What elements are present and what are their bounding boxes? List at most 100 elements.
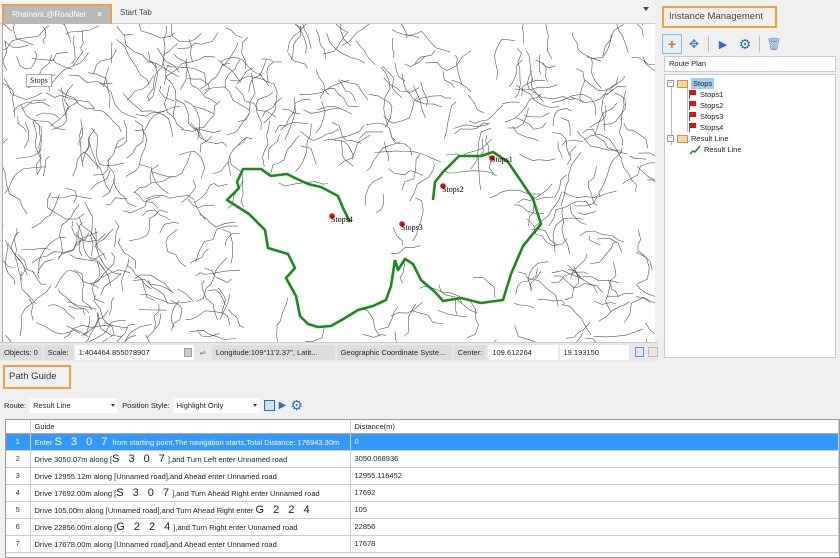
guide-text: Drive 17692.00m along [ — [34, 488, 117, 498]
road-segment — [204, 267, 232, 284]
tree-node-result-line[interactable]: − Result Line — [667, 133, 729, 144]
copy-icon[interactable] — [634, 347, 645, 357]
table-row[interactable]: 1 Enter S 3 0 7 from starting point,The n… — [6, 433, 839, 451]
road-segment — [45, 92, 96, 110]
move-button[interactable]: ✥ — [684, 34, 704, 54]
road-segment — [453, 124, 489, 129]
collapse-icon[interactable]: − — [667, 135, 674, 142]
tree-item-stop[interactable]: Stops1 — [689, 89, 723, 100]
road-segment — [454, 122, 490, 135]
map-status-bar: Objects: 0 Scale: 1:404464.855078907 ⇌ L… — [0, 342, 659, 361]
paste-icon[interactable] — [648, 347, 659, 357]
table-row[interactable]: 4 Drive 17692.00m along [S 3 0 7],and Tur… — [6, 484, 839, 502]
road-segment — [134, 106, 181, 132]
distance-cell: 17678 — [350, 535, 839, 553]
road-segment — [466, 300, 479, 338]
road-segment — [190, 100, 221, 129]
row-number: 5 — [6, 501, 31, 519]
tree-item-result-line[interactable]: Result Line — [689, 144, 742, 155]
road-segment — [368, 94, 393, 128]
road-segment — [521, 24, 525, 44]
close-icon[interactable]: × — [97, 6, 102, 24]
tree-node-stops[interactable]: − Stops — [667, 78, 715, 89]
road-segment — [165, 229, 187, 268]
road-segment — [42, 26, 47, 45]
stop-label: Stops3 — [401, 223, 423, 232]
table-row[interactable]: 2 Drive 3050.07m along [S 3 0 7],and Turn… — [6, 450, 839, 468]
table-row[interactable]: 7 Drive 17678.00m along [Unnamed road],an… — [6, 535, 839, 553]
column-header-guide[interactable]: Guide — [30, 420, 351, 434]
road-segment — [391, 245, 421, 254]
road-segment — [201, 280, 218, 320]
road-segment — [442, 70, 455, 88]
center-x-input[interactable]: 109.612264 — [488, 344, 558, 360]
table-row[interactable]: 6 Drive 22856.00m along [G 2 2 4],and Tur… — [6, 518, 839, 536]
road-segment — [303, 107, 343, 114]
center-y-input[interactable]: 19.193150 — [559, 344, 629, 360]
tab-label: RhainanL@RoadNet — [12, 10, 86, 19]
road-segment — [3, 259, 14, 268]
road-segment — [545, 24, 553, 60]
position-style-select[interactable]: Highlight Only — [173, 397, 260, 413]
road-segment — [83, 309, 109, 336]
tab-start[interactable]: Start Tab — [112, 4, 160, 24]
road-segment — [116, 324, 136, 342]
layer-tooltip: Stops — [26, 74, 52, 87]
road-segment — [467, 94, 484, 114]
route-plan-field[interactable]: Route Plan — [664, 56, 836, 72]
road-segment — [95, 227, 122, 275]
table-row[interactable]: 3 Drive 12955.12m along [Unnamed road],an… — [6, 467, 839, 485]
road-segment — [382, 65, 403, 99]
guide-text: Drive 12955.12m along [Unnamed road],and… — [34, 471, 277, 481]
save-icon[interactable] — [263, 399, 275, 411]
road-segment — [409, 164, 435, 202]
map-canvas[interactable] — [3, 24, 655, 342]
road-segment — [566, 145, 577, 165]
tab-list-dropdown-icon[interactable] — [643, 7, 649, 11]
play-icon: ▶ — [718, 38, 728, 51]
road-segment — [228, 309, 244, 328]
road-segment — [493, 38, 515, 80]
road-segment — [575, 332, 583, 342]
tree-item-stop[interactable]: Stops4 — [689, 122, 723, 133]
collapse-icon[interactable]: − — [667, 80, 674, 87]
road-segment — [3, 24, 13, 32]
tab-roadnet-map[interactable]: RhainanL@RoadNet × — [2, 4, 112, 24]
guide-text: Enter — [34, 437, 55, 447]
add-stop-button[interactable]: + — [662, 34, 682, 54]
road-segment — [359, 307, 381, 337]
road-segment — [364, 176, 384, 206]
guide-cell: Drive 12955.12m along [Unnamed road],and… — [30, 467, 351, 485]
road-segment — [221, 42, 239, 67]
route-select[interactable]: Result Line — [30, 397, 119, 413]
gear-icon[interactable]: ⚙ — [290, 397, 303, 414]
road-segment — [390, 301, 423, 317]
road-segment — [514, 325, 536, 342]
road-segment — [631, 57, 655, 66]
tree-item-stop[interactable]: Stops2 — [689, 100, 723, 111]
chevron-down-icon[interactable] — [183, 347, 192, 357]
road-segment — [113, 220, 120, 248]
road-segment — [518, 271, 559, 307]
road-segment — [647, 179, 655, 183]
road-segment — [152, 151, 192, 178]
swap-icon[interactable]: ⇌ — [196, 345, 210, 360]
settings-button[interactable]: ⚙ — [735, 34, 755, 54]
tree-item-stop[interactable]: Stops3 — [689, 111, 723, 122]
road-segment — [3, 138, 8, 144]
road-segment — [103, 321, 128, 329]
road-code: S 3 0 7 — [116, 486, 173, 499]
table-row[interactable]: 5 Drive 105.00m along [Unnamed road],and … — [6, 501, 839, 519]
tree-label: Result Line — [691, 134, 729, 143]
delete-button[interactable]: 🗑 — [764, 34, 784, 54]
coordinate-system[interactable]: Geographic Coordinate Syste... — [336, 344, 452, 360]
play-icon[interactable]: ▶ — [279, 400, 287, 411]
road-segment — [468, 105, 503, 124]
column-header-distance[interactable]: Distance(m) — [350, 420, 839, 434]
run-analysis-button[interactable]: ▶ — [713, 34, 733, 54]
scale-combo[interactable]: 1:404464.855078907 — [74, 344, 194, 360]
road-segment — [607, 293, 634, 297]
map-view[interactable]: Stops Stops1 Stops2 Stops3 Stops4 — [2, 24, 655, 342]
road-segment — [116, 26, 134, 36]
road-segment — [538, 54, 542, 75]
